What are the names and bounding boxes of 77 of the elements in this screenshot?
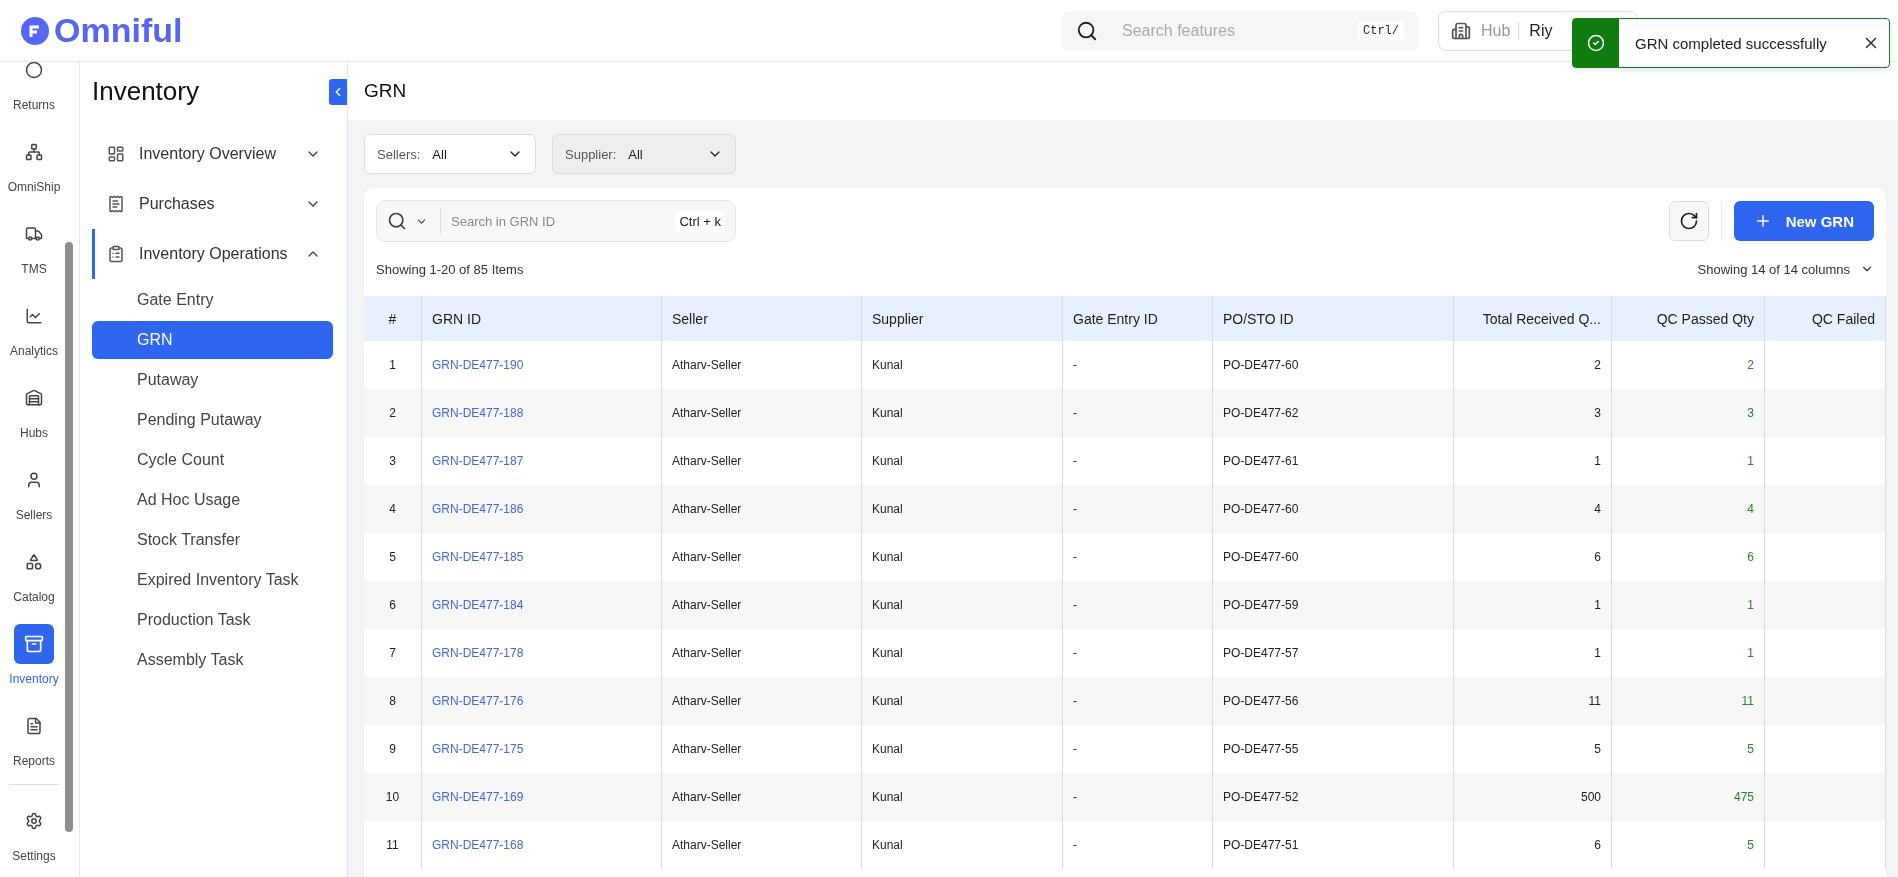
grn-link[interactable]: GRN-DE477-186 (432, 502, 524, 516)
table-search-field[interactable]: Search in GRN ID Ctrl + k (376, 200, 736, 242)
search-field[interactable]: Search features Ctrl/ (1062, 10, 1418, 51)
grn-link[interactable]: GRN-DE477-169 (432, 790, 524, 804)
truck-icon (25, 225, 43, 243)
grn-link[interactable]: GRN-DE477-176 (432, 694, 524, 708)
warehouse-icon (25, 389, 43, 407)
sidebar-item[interactable]: Stock Transfer (92, 521, 333, 559)
hub-label: Hub (1481, 21, 1520, 40)
shortcut-hint: Ctrl/ (1358, 21, 1404, 40)
grn-link[interactable]: GRN-DE477-178 (432, 646, 524, 660)
search-icon (1076, 19, 1098, 42)
nav-rail-item[interactable]: Analytics (0, 286, 68, 368)
store-icon (1451, 20, 1471, 41)
settings-icon (25, 812, 43, 830)
sidebar-item[interactable]: Cycle Count (92, 441, 333, 479)
table-cell: Kunal (862, 821, 1063, 869)
refresh-icon (1678, 211, 1699, 231)
sidebar-item[interactable]: Expired Inventory Task (92, 561, 333, 599)
sidebar-item[interactable]: Gate Entry (92, 281, 333, 319)
filter-dropdown[interactable]: Sellers: All (364, 134, 536, 174)
table-cell: 11 (364, 821, 422, 869)
sidebar-item[interactable]: Production Task (92, 601, 333, 639)
nav-rail-item[interactable]: Inventory (0, 614, 68, 696)
clipboard-icon (107, 245, 125, 263)
shapes-icon (25, 553, 43, 571)
sidebar-title: Inventory (92, 76, 199, 107)
dashboard-icon (107, 145, 125, 163)
logo-text: Omniful (54, 11, 183, 50)
shortcut-hint: Ctrl + k (675, 210, 725, 232)
network-icon (25, 143, 43, 161)
search-icon (387, 211, 407, 231)
archive-icon (24, 634, 44, 654)
hub-value: Riy (1529, 21, 1553, 40)
sidebar-item[interactable]: Assembly Task (92, 641, 333, 679)
sidebar-group[interactable]: Inventory Operations (92, 229, 333, 279)
sidebar-group[interactable]: Inventory Overview (92, 129, 333, 179)
search-input[interactable]: Search features (1120, 20, 1336, 41)
nav-rail-item[interactable]: TMS (0, 204, 68, 286)
grn-link[interactable]: GRN-DE477-175 (432, 742, 524, 756)
nav-rail-item[interactable]: Catalog (0, 532, 68, 614)
sidebar-item[interactable]: Pending Putaway (92, 401, 333, 439)
check-icon (1587, 34, 1605, 52)
items-summary: Showing 1-20 of 85 Items (376, 261, 524, 277)
sidebar-item[interactable]: Ad Hoc Usage (92, 481, 333, 519)
collapse-button[interactable] (329, 78, 347, 105)
nav-rail-item[interactable]: Sellers (0, 450, 68, 532)
new-grn-button[interactable]: New GRN (1733, 201, 1874, 241)
page-title: GRN (364, 80, 407, 102)
nav-rail-item[interactable]: Returns (0, 62, 68, 122)
grn-link[interactable]: GRN-DE477-184 (432, 598, 524, 612)
chart-icon (25, 307, 43, 325)
nav-rail-item[interactable]: Hubs (0, 368, 68, 450)
columns-toggle[interactable]: Showing 14 of 14 columns (1697, 261, 1874, 277)
nav-rail-item[interactable]: Reports (0, 696, 68, 778)
grn-link[interactable]: GRN-DE477-185 (432, 550, 524, 564)
grn-link[interactable]: GRN-DE477-188 (432, 406, 524, 420)
user-icon (25, 471, 43, 489)
nav-rail-item[interactable]: OmniShip (0, 122, 68, 204)
sidebar-item[interactable]: Putaway (92, 361, 333, 399)
grn-link[interactable]: GRN-DE477-168 (432, 838, 524, 852)
document-icon (25, 717, 43, 735)
search-input[interactable]: Search in GRN ID (449, 212, 668, 230)
table-cell: 5 (1612, 821, 1765, 869)
table-cell: 6 (1454, 821, 1612, 869)
sidebar-group[interactable]: Purchases (92, 179, 333, 229)
grn-link[interactable]: GRN-DE477-190 (432, 358, 524, 372)
table-cell: - (1063, 821, 1213, 869)
receipt-icon (107, 195, 125, 213)
logo-icon (20, 15, 50, 46)
nav-rail-item[interactable]: Settings (0, 791, 68, 873)
refresh-button[interactable] (1668, 201, 1709, 241)
grn-link[interactable]: GRN-DE477-187 (432, 454, 524, 468)
scrollbar[interactable] (65, 242, 73, 832)
table-cell: PO-DE477-51 (1213, 821, 1454, 869)
table-cell: Atharv-Seller (662, 821, 862, 869)
sidebar-item[interactable]: GRN (92, 321, 333, 359)
